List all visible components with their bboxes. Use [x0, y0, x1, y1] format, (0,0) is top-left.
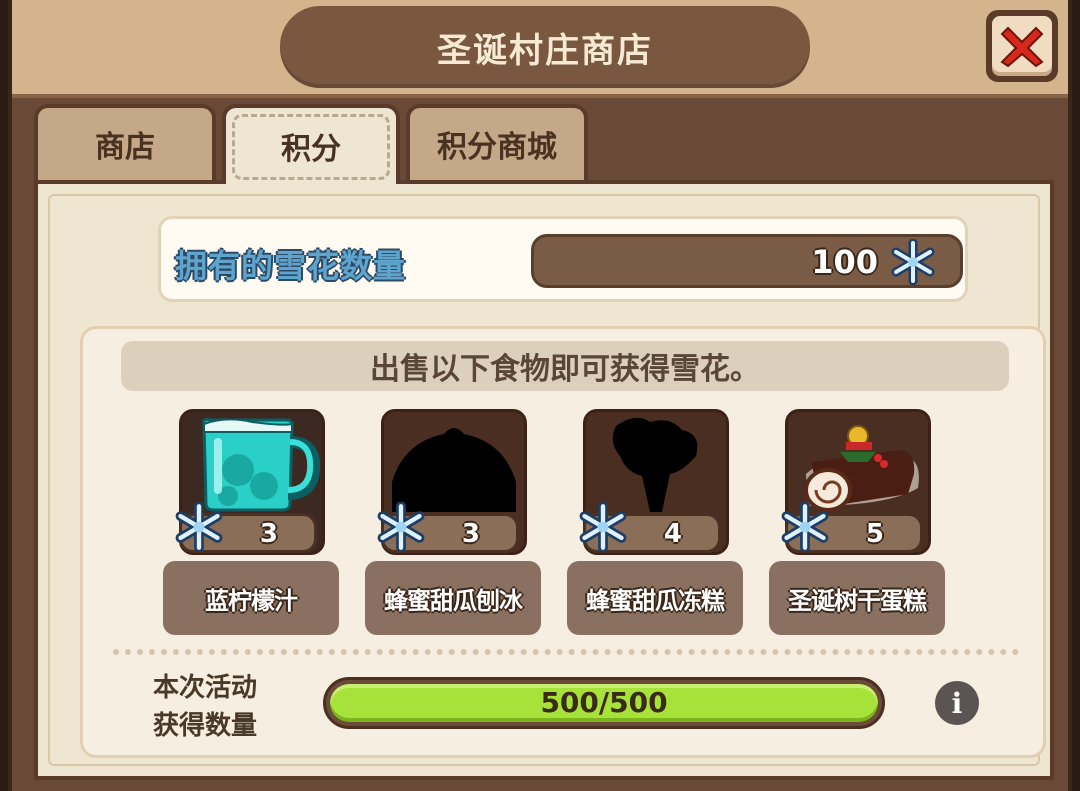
snowflake-icon — [780, 501, 830, 556]
tab-bar: 商店 积分 积分商城 — [34, 104, 1054, 184]
points-badge: 3 — [175, 501, 317, 553]
tab-points[interactable]: 积分 — [222, 104, 400, 184]
owned-snowflakes-box: 拥有的雪花数量 100 — [158, 216, 968, 302]
tab-points-mall[interactable]: 积分商城 — [406, 104, 588, 180]
snowflake-icon — [376, 501, 426, 556]
points-badge: 4 — [579, 501, 721, 553]
item-name: 蜂蜜甜瓜刨冰 — [365, 561, 541, 635]
item-points: 4 — [663, 519, 682, 549]
item-name: 蓝柠檬汁 — [163, 561, 339, 635]
owned-snowflakes-label: 拥有的雪花数量 — [175, 247, 407, 285]
event-earned-label: 本次活动 获得数量 — [153, 669, 257, 745]
info-icon[interactable]: i — [935, 681, 979, 725]
event-earned-label-line2: 获得数量 — [153, 711, 258, 741]
snowflake-icon — [578, 501, 628, 556]
food-item[interactable]: 3 蜂蜜甜瓜刨冰 — [365, 409, 541, 639]
points-badge: 5 — [781, 501, 923, 553]
sell-banner: 出售以下食物即可获得雪花。 — [121, 341, 1009, 391]
food-item[interactable]: 4 蜂蜜甜瓜冻糕 — [567, 409, 743, 639]
item-points: 5 — [865, 519, 884, 549]
progress-text: 500/500 — [540, 686, 668, 719]
title-bar: 圣诞村庄商店 — [12, 0, 1068, 98]
item-name: 圣诞树干蛋糕 — [769, 561, 945, 635]
close-button[interactable] — [986, 10, 1058, 82]
snowflake-icon — [174, 501, 224, 556]
item-name: 蜂蜜甜瓜冻糕 — [567, 561, 743, 635]
panel-inner: 拥有的雪花数量 100 出售以下食物即可获得雪花。 3 蓝柠檬汁 3 蜂蜜甜瓜刨… — [48, 194, 1046, 766]
points-panel: 拥有的雪花数量 100 出售以下食物即可获得雪花。 3 蓝柠檬汁 3 蜂蜜甜瓜刨… — [34, 180, 1054, 780]
shop-window: 圣诞村庄商店 商店 积分 积分商城 拥有的雪花数量 100 出售以下食物即可获得… — [8, 0, 1072, 791]
event-earned-label-line1: 本次活动 — [153, 673, 258, 703]
tab-shop[interactable]: 商店 — [34, 104, 216, 180]
food-item[interactable]: 5 圣诞树干蛋糕 — [769, 409, 945, 639]
shop-title: 圣诞村庄商店 — [280, 6, 810, 88]
sell-foods-box: 出售以下食物即可获得雪花。 3 蓝柠檬汁 3 蜂蜜甜瓜刨冰 4 蜂蜜甜瓜冻糕 5… — [80, 326, 1046, 758]
divider — [113, 649, 1019, 655]
close-icon[interactable] — [992, 16, 1052, 76]
points-badge: 3 — [377, 501, 519, 553]
snowflake-icon — [890, 238, 936, 289]
item-points: 3 — [461, 519, 480, 549]
owned-snowflakes-bar: 100 — [531, 234, 963, 288]
progress-track: 500/500 — [330, 684, 878, 722]
food-item[interactable]: 3 蓝柠檬汁 — [163, 409, 339, 639]
item-points: 3 — [259, 519, 278, 549]
event-progress-bar: 500/500 — [323, 677, 885, 729]
owned-snowflakes-value: 100 — [811, 243, 878, 281]
